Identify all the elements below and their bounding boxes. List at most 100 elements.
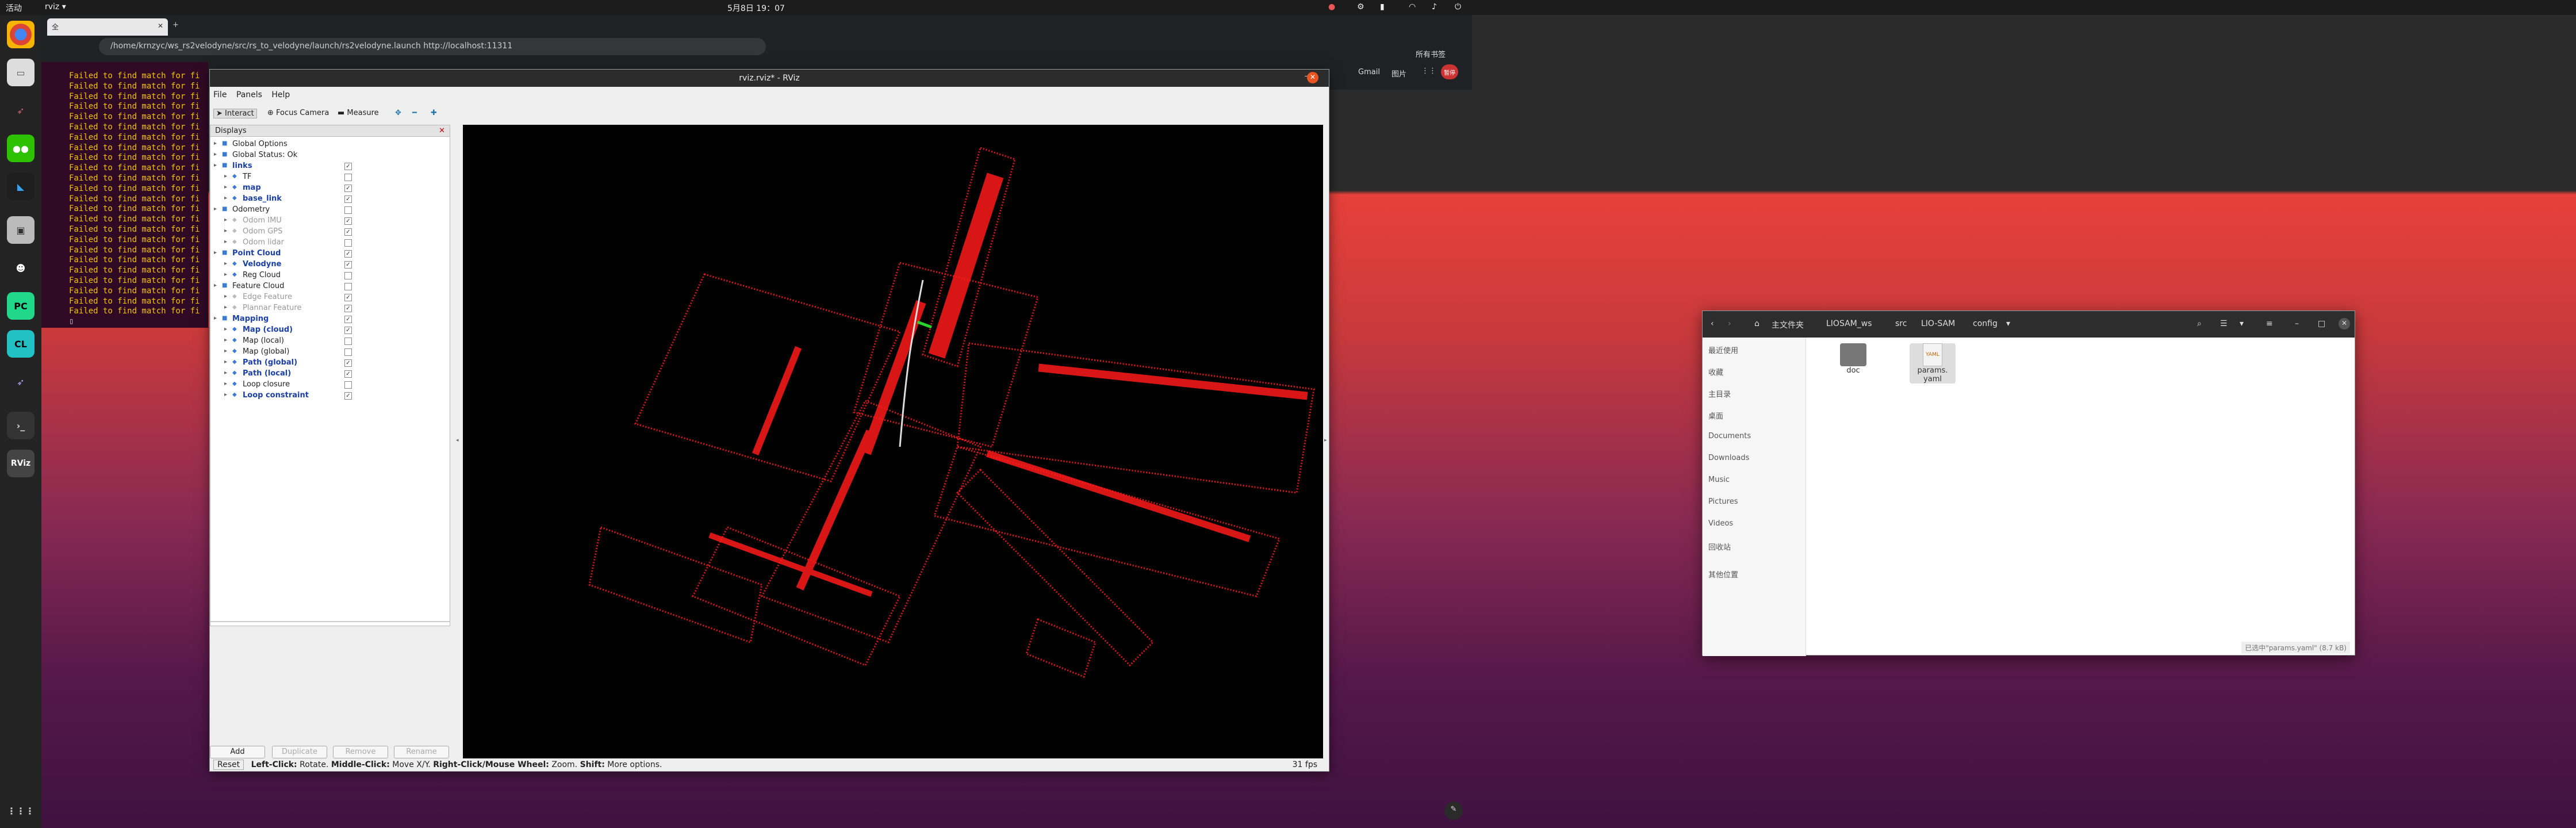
sidebar-item[interactable]: 回收站 [1708, 541, 1731, 552]
expand-arrow-icon[interactable]: ▸ [224, 381, 227, 387]
enable-checkbox[interactable]: ✓ [344, 392, 352, 400]
clion-icon[interactable]: CL [7, 330, 34, 358]
rviz-icon[interactable]: RViz [7, 450, 34, 477]
edit-icon[interactable]: ✎ [1444, 802, 1463, 820]
expand-arrow-icon[interactable]: ▸ [214, 315, 217, 321]
network-icon[interactable]: ⚙ [1357, 2, 1364, 12]
expand-arrow-icon[interactable]: ▸ [224, 239, 227, 245]
expand-arrow-icon[interactable]: ▸ [214, 162, 217, 168]
enable-checkbox[interactable]: ✓ [344, 327, 352, 334]
enable-checkbox[interactable] [344, 174, 352, 181]
disk-icon[interactable]: ▣ [7, 216, 34, 244]
close-icon[interactable]: ✕ [2339, 318, 2350, 329]
path-home[interactable]: 主文件夹 [1772, 319, 1804, 331]
sidebar-item[interactable]: Music [1708, 476, 1730, 484]
display-row[interactable]: ▸ ◆ Map (local) [210, 336, 451, 347]
wifi-icon[interactable]: ◠ [1409, 2, 1416, 12]
expand-arrow-icon[interactable]: ▸ [224, 184, 227, 190]
new-tab-icon[interactable]: + [172, 21, 179, 29]
home-icon[interactable]: ⌂ [1754, 319, 1759, 328]
display-row[interactable]: ▸ ◆ Loop constraint ✓ [210, 390, 451, 401]
sidebar-item[interactable]: Documents [1708, 432, 1751, 440]
enable-checkbox[interactable] [344, 348, 352, 356]
files-icon[interactable]: ▭ [7, 59, 34, 86]
folder-doc[interactable]: doc [1830, 343, 1876, 375]
enable-checkbox[interactable]: ✓ [344, 195, 352, 203]
menu-panels[interactable]: Panels [236, 90, 262, 99]
pycharm-icon[interactable]: PC [7, 292, 34, 320]
path-config[interactable]: config [1973, 319, 1998, 328]
minus-icon[interactable]: ━ [412, 109, 417, 117]
images-link[interactable]: 图片 [1392, 68, 1406, 79]
sublime-icon[interactable]: ➶ [7, 97, 34, 124]
remove-button[interactable]: Remove [333, 746, 388, 758]
display-row[interactable]: ▸ ◆ map ✓ [210, 183, 451, 194]
menu-file[interactable]: File [213, 90, 227, 99]
expand-arrow-icon[interactable]: ▸ [224, 359, 227, 365]
power-icon[interactable]: ⏻ [1455, 2, 1461, 12]
expand-arrow-icon[interactable]: ▸ [224, 337, 227, 343]
expand-arrow-icon[interactable]: ▸ [224, 326, 227, 332]
sidebar-item[interactable]: 主目录 [1708, 388, 1731, 399]
enable-checkbox[interactable] [344, 206, 352, 214]
display-row[interactable]: ▸ ■ Global Options [210, 139, 451, 150]
rename-button[interactable]: Rename [394, 746, 449, 758]
enable-checkbox[interactable]: ✓ [344, 185, 352, 192]
search-icon[interactable]: ⌕ [2197, 319, 2202, 328]
menu-icon[interactable]: ≡ [2266, 319, 2273, 328]
enable-checkbox[interactable]: ✓ [344, 294, 352, 301]
duplicate-button[interactable]: Duplicate [272, 746, 327, 758]
expand-arrow-icon[interactable]: ▸ [224, 271, 227, 278]
sidebar-item[interactable]: Downloads [1708, 454, 1749, 462]
display-row[interactable]: ▸ ◆ Plannar Feature ✓ [210, 303, 451, 314]
enable-checkbox[interactable]: ✓ [344, 316, 352, 323]
expand-arrow-icon[interactable]: ▸ [224, 370, 227, 376]
sidebar-item[interactable]: 桌面 [1708, 410, 1723, 421]
close-panel-icon[interactable]: ✕ [439, 126, 445, 135]
expand-arrow-icon[interactable]: ▸ [214, 151, 217, 158]
display-row[interactable]: ▸ ◆ Map (global) [210, 347, 451, 358]
plus-icon[interactable]: ✚ [431, 109, 437, 117]
expand-arrow-icon[interactable]: ▸ [224, 173, 227, 179]
wechat-icon[interactable]: ●● [7, 135, 34, 162]
display-row[interactable]: ▸ ◆ Odom GPS ✓ [210, 227, 451, 237]
collapse-right-icon[interactable]: ▸ [1324, 438, 1327, 443]
chevron-down-icon[interactable]: ▾ [2006, 319, 2010, 328]
vscode-icon[interactable]: ◣ [7, 172, 34, 200]
interact-tool[interactable]: ➤ Interact [213, 109, 257, 118]
collapse-left-icon[interactable]: ◂ [456, 438, 459, 443]
enable-checkbox[interactable]: ✓ [344, 228, 352, 236]
enable-checkbox[interactable]: ✓ [344, 305, 352, 312]
expand-arrow-icon[interactable]: ▸ [224, 293, 227, 300]
enable-checkbox[interactable]: ✓ [344, 370, 352, 378]
expand-arrow-icon[interactable]: ▸ [224, 228, 227, 234]
display-row[interactable]: ▸ ■ Global Status: Ok [210, 150, 451, 161]
3d-viewport[interactable] [463, 125, 1323, 758]
display-row[interactable]: ▸ ■ Point Cloud ✓ [210, 248, 451, 259]
display-row[interactable]: ▸ ◆ Edge Feature ✓ [210, 292, 451, 303]
display-row[interactable]: ▸ ■ Feature Cloud [210, 281, 451, 292]
move-camera-icon[interactable]: ✥ [395, 109, 401, 117]
gmail-link[interactable]: Gmail [1358, 68, 1380, 76]
sidebar-item[interactable]: 收藏 [1708, 366, 1723, 377]
display-row[interactable]: ▸ ■ links ✓ [210, 161, 451, 172]
extension-icon[interactable]: ➶ [7, 368, 34, 396]
expand-arrow-icon[interactable]: ▸ [224, 392, 227, 398]
bookmarks-link[interactable]: 所有书签 [1416, 48, 1446, 59]
display-row[interactable]: ▸ ◆ Odom lidar [210, 237, 451, 248]
enable-checkbox[interactable] [344, 239, 352, 247]
display-row[interactable]: ▸ ◆ Path (global) ✓ [210, 358, 451, 369]
expand-arrow-icon[interactable]: ▸ [224, 260, 227, 267]
display-row[interactable]: ▸ ■ Mapping ✓ [210, 314, 451, 325]
path-liosam[interactable]: LIO-SAM [1921, 319, 1955, 328]
enable-checkbox[interactable] [344, 283, 352, 290]
file-params-yaml[interactable]: YAML params. yaml [1910, 343, 1956, 384]
volume-icon[interactable]: ♪ [1432, 2, 1437, 12]
expand-arrow-icon[interactable]: ▸ [214, 140, 217, 147]
menu-help[interactable]: Help [271, 90, 290, 99]
display-row[interactable]: ▸ ◆ Odom IMU ✓ [210, 216, 451, 227]
enable-checkbox[interactable]: ✓ [344, 217, 352, 225]
enable-checkbox[interactable] [344, 381, 352, 389]
measure-tool[interactable]: ▬ Measure [338, 109, 379, 117]
forward-icon[interactable]: › [1728, 319, 1731, 328]
